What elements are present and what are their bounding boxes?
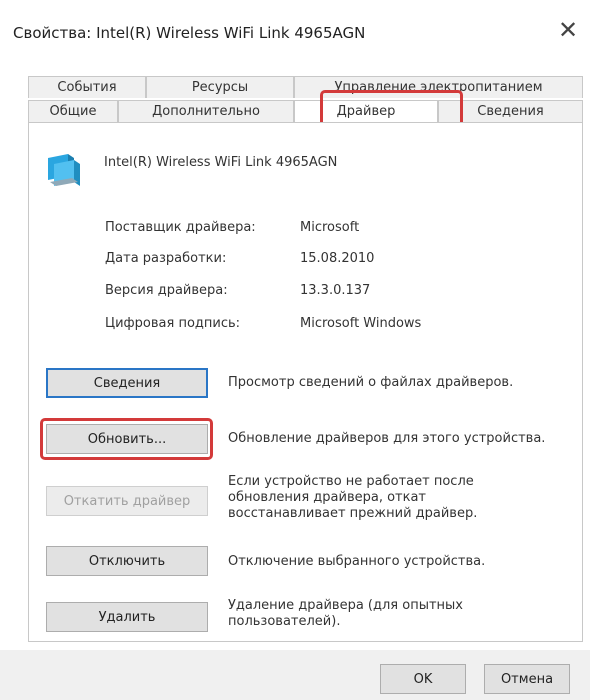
provider-value: Microsoft — [300, 220, 360, 235]
title-bar: Свойства: Intel(R) Wireless WiFi Link 49… — [0, 0, 590, 60]
disable-device-desc: Отключение выбранного устройства. — [228, 554, 486, 569]
driver-details-button[interactable]: Сведения — [46, 368, 208, 398]
provider-label: Поставщик драйвера: — [105, 220, 256, 235]
network-adapter-icon — [44, 152, 88, 192]
version-value: 13.3.0.137 — [300, 283, 371, 298]
close-icon: ✕ — [557, 16, 579, 44]
tab-details[interactable]: Сведения — [438, 100, 583, 122]
rollback-desc-line-3: восстанавливает прежний драйвер. — [228, 506, 478, 521]
date-label: Дата разработки: — [105, 251, 227, 266]
uninstall-desc-line-1: Удаление драйвера (для опытных — [228, 598, 463, 613]
device-name: Intel(R) Wireless WiFi Link 4965AGN — [104, 155, 338, 170]
tab-row-bottom: Общие Дополнительно Драйвер Сведения — [28, 100, 583, 122]
update-driver-desc: Обновление драйверов для этого устройств… — [228, 431, 546, 446]
close-button[interactable]: ✕ — [550, 12, 586, 48]
tab-row-top: События Ресурсы Управление электропитани… — [28, 76, 583, 98]
tab-advanced[interactable]: Дополнительно — [118, 100, 294, 122]
disable-device-button[interactable]: Отключить — [46, 546, 208, 576]
tab-general[interactable]: Общие — [28, 100, 118, 122]
date-value: 15.08.2010 — [300, 251, 375, 266]
signature-label: Цифровая подпись: — [105, 316, 241, 331]
version-label: Версия драйвера: — [105, 283, 228, 298]
signature-value: Microsoft Windows — [300, 316, 422, 331]
tab-resources[interactable]: Ресурсы — [146, 76, 294, 98]
uninstall-driver-button[interactable]: Удалить — [46, 602, 208, 632]
tab-events[interactable]: События — [28, 76, 146, 98]
driver-details-desc: Просмотр сведений о файлах драйверов. — [228, 375, 514, 390]
update-driver-button[interactable]: Обновить... — [46, 424, 208, 454]
rollback-driver-desc: Если устройство не работает после обновл… — [228, 474, 477, 522]
ok-button[interactable]: OK — [380, 664, 466, 694]
rollback-driver-button[interactable]: Откатить драйвер — [46, 486, 208, 516]
tab-driver[interactable]: Драйвер — [294, 100, 438, 122]
rollback-desc-line-1: Если устройство не работает после — [228, 474, 474, 489]
tab-power-management[interactable]: Управление электропитанием — [294, 76, 583, 98]
uninstall-desc-line-2: пользователей). — [228, 614, 341, 629]
window-title: Свойства: Intel(R) Wireless WiFi Link 49… — [13, 24, 366, 42]
cancel-button[interactable]: Отмена — [484, 664, 570, 694]
uninstall-driver-desc: Удаление драйвера (для опытных пользоват… — [228, 598, 463, 630]
rollback-desc-line-2: обновления драйвера, откат — [228, 490, 427, 505]
